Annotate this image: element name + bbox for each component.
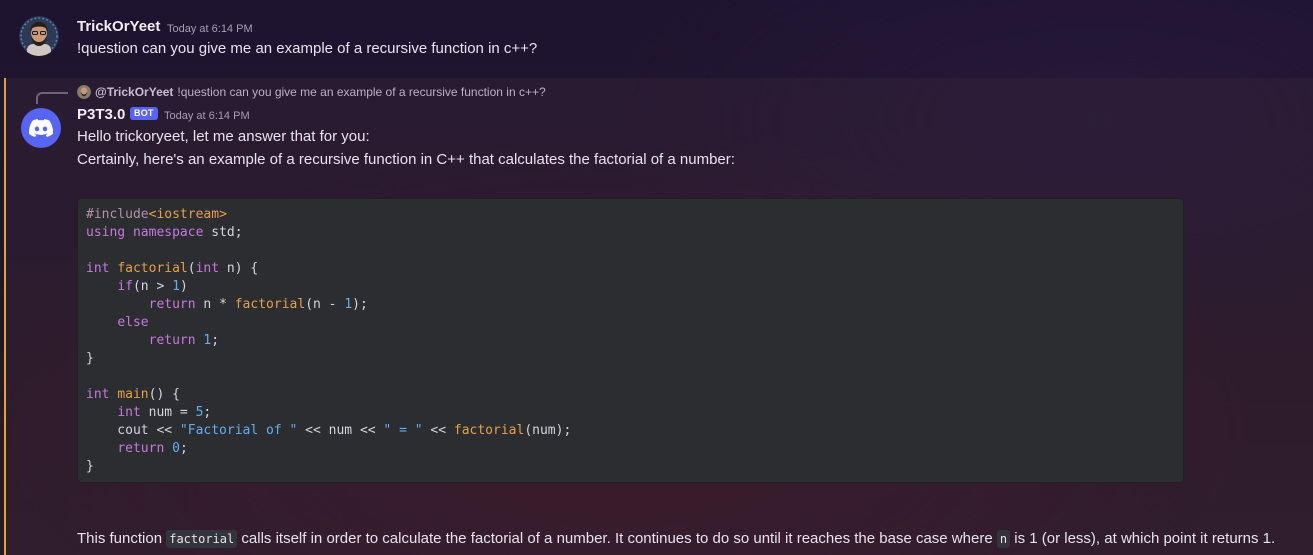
code-line: } [86, 459, 94, 474]
explanation-part-1: This function [77, 530, 167, 547]
reply-connector [36, 92, 68, 104]
reply-avatar [77, 85, 91, 99]
code-line: if(n > 1) [117, 279, 188, 294]
code-line: cout << "Factorial of " << num << " = " … [86, 423, 572, 438]
reply-author[interactable]: @TrickOrYeet [95, 85, 173, 99]
bot-badge: BOT [130, 107, 158, 120]
author-name[interactable]: P3T3.0 [77, 106, 125, 123]
message-content: !question can you give me an example of … [77, 40, 538, 57]
explanation-text: This function factorial calls itself in … [77, 530, 1276, 548]
code-line: return n * factorial(n - 1); [148, 297, 368, 312]
discord-logo-icon [29, 119, 53, 137]
inline-code-factorial: factorial [166, 530, 238, 548]
message-trickoryeet: TrickOrYeet Today at 6:14 PM !question c… [0, 0, 1313, 78]
explanation-part-2: calls itself in order to calculate the f… [237, 530, 997, 547]
code-line: #include<iostream> [86, 207, 227, 222]
message-timestamp: Today at 6:14 PM [164, 110, 250, 122]
code-line: using namespace std; [86, 225, 243, 240]
code-content: #include<iostream> using namespace std; i… [86, 206, 571, 476]
code-line: int main() { [86, 387, 180, 402]
code-line: } [86, 351, 94, 366]
code-line: else [117, 315, 149, 330]
bot-avatar[interactable] [21, 108, 61, 148]
reply-preview[interactable]: @TrickOrYeet !question can you give me a… [77, 84, 546, 100]
user-avatar[interactable] [19, 16, 59, 56]
explanation-part-3: is 1 (or less), at which point it return… [1010, 530, 1276, 547]
message-line-greeting: Hello trickoryeet, let me answer that fo… [77, 128, 370, 145]
message-timestamp: Today at 6:14 PM [167, 23, 253, 35]
code-block: #include<iostream> using namespace std; i… [77, 198, 1184, 483]
code-line: return 0; [117, 441, 188, 456]
author-name[interactable]: TrickOrYeet [77, 18, 160, 35]
reply-text[interactable]: !question can you give me an example of … [177, 85, 545, 99]
code-line: int num = 5; [117, 405, 212, 420]
code-line: return 1; [148, 333, 220, 348]
inline-code-n: n [996, 530, 1011, 548]
code-line: int factorial(int n) { [86, 261, 259, 276]
message-line-intro: Certainly, here's an example of a recurs… [77, 151, 735, 168]
